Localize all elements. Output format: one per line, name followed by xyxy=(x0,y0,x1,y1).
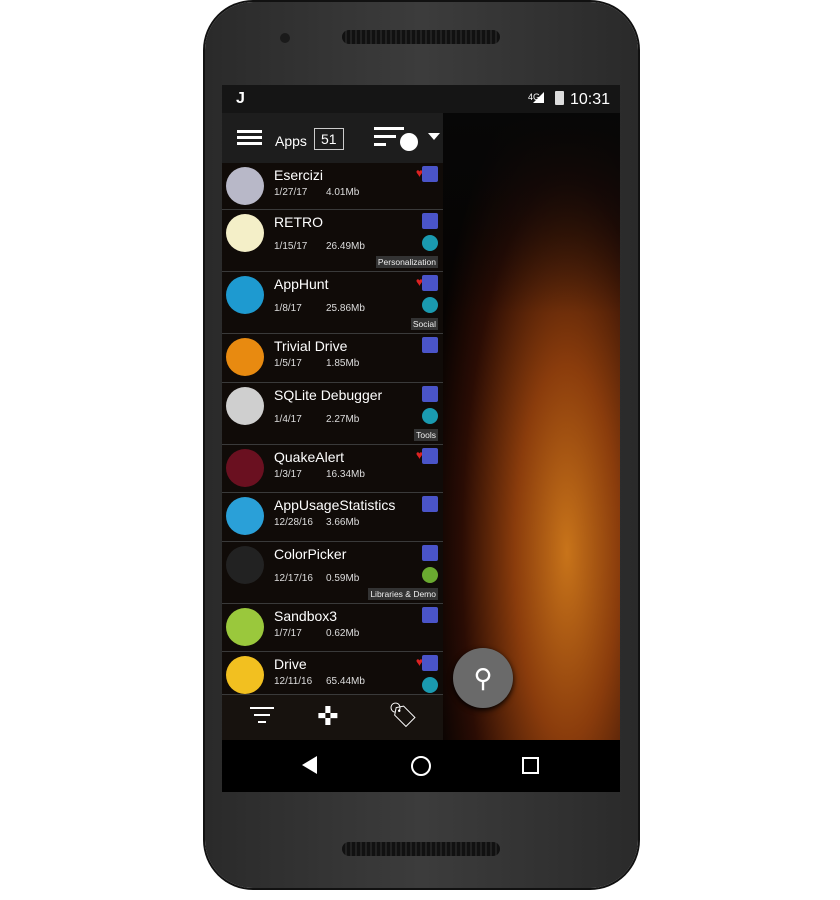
android-badge-icon xyxy=(422,607,438,623)
list-item[interactable]: ColorPicker 12/17/16 0.59Mb Libraries & … xyxy=(222,542,443,604)
app-date: 1/8/17 xyxy=(274,303,302,314)
app-name: Trivial Drive xyxy=(274,338,348,354)
android-badge-icon xyxy=(422,496,438,512)
app-icon xyxy=(226,276,264,314)
apps-count: 51 xyxy=(314,128,344,150)
app-icon xyxy=(226,338,264,376)
bottom-bar: ✜ 🏷 xyxy=(222,695,443,740)
status-bar: J 4G 10:31 xyxy=(222,85,620,113)
app-icon xyxy=(226,656,264,694)
app-size: 25.86Mb xyxy=(326,303,365,314)
screen: J 4G 10:31 Apps 51 Esercizi 1/27/17 4.01… xyxy=(222,85,620,792)
tag-icon[interactable]: 🏷 xyxy=(388,701,418,730)
top-speaker xyxy=(342,30,500,44)
android-badge-icon xyxy=(422,275,438,291)
app-name: RETRO xyxy=(274,214,323,230)
app-icon xyxy=(226,608,264,646)
category-icon xyxy=(422,297,438,313)
app-name: ColorPicker xyxy=(274,546,347,562)
app-icon xyxy=(226,449,264,487)
app-icon xyxy=(226,387,264,425)
app-size: 2.27Mb xyxy=(326,414,360,425)
android-badge-icon xyxy=(422,213,438,229)
android-badge-icon xyxy=(422,166,438,182)
app-size: 0.59Mb xyxy=(326,573,360,584)
app-name: Sandbox3 xyxy=(274,608,338,624)
apps-label: Apps xyxy=(275,133,307,149)
list-item[interactable]: Esercizi 1/27/17 4.01Mb ♥ xyxy=(222,163,443,210)
app-name: AppUsageStatistics xyxy=(274,497,396,513)
bottom-speaker xyxy=(342,842,500,856)
signal-icon xyxy=(533,92,544,103)
app-size: 4.01Mb xyxy=(326,187,360,198)
category-icon xyxy=(422,677,438,693)
list-item[interactable]: AppUsageStatistics 12/28/16 3.66Mb xyxy=(222,493,443,542)
android-badge-icon xyxy=(422,386,438,402)
app-date: 1/27/17 xyxy=(274,187,308,198)
hamburger-icon[interactable] xyxy=(237,130,262,145)
toolbar: Apps 51 xyxy=(222,113,443,163)
app-date: 12/28/16 xyxy=(274,517,313,528)
home-icon[interactable] xyxy=(411,756,431,776)
search-icon: ⚲ xyxy=(473,663,493,693)
app-date: 12/11/16 xyxy=(274,676,313,687)
app-name: Esercizi xyxy=(274,167,324,183)
android-badge-icon xyxy=(422,448,438,464)
recent-icon[interactable] xyxy=(522,757,539,774)
app-size: 0.62Mb xyxy=(326,628,360,639)
category-label: Libraries & Demo xyxy=(368,588,438,600)
app-name: QuakeAlert xyxy=(274,449,345,465)
app-name: SQLite Debugger xyxy=(274,387,383,403)
android-badge-icon xyxy=(422,337,438,353)
category-icon xyxy=(422,408,438,424)
app-date: 1/4/17 xyxy=(274,414,302,425)
sort-user-icon[interactable] xyxy=(374,127,419,151)
app-name: Drive xyxy=(274,656,307,672)
app-icon xyxy=(226,214,264,252)
app-date: 12/17/16 xyxy=(274,573,313,584)
app-date: 1/15/17 xyxy=(274,241,308,252)
category-icon xyxy=(422,567,438,583)
app-icon xyxy=(226,167,264,205)
app-size: 16.34Mb xyxy=(326,469,365,480)
category-label: Social xyxy=(410,318,438,330)
navigation-bar xyxy=(222,740,620,792)
app-icon xyxy=(226,546,264,584)
app-size: 1.85Mb xyxy=(326,358,360,369)
app-size: 26.49Mb xyxy=(326,241,365,252)
app-date: 1/5/17 xyxy=(274,358,302,369)
app-date: 1/7/17 xyxy=(274,628,302,639)
app-list[interactable]: Esercizi 1/27/17 4.01Mb ♥ RETRO 1/15/17 … xyxy=(222,163,443,695)
category-label: Tools xyxy=(414,429,438,441)
list-item[interactable]: SQLite Debugger 1/4/17 2.27Mb Tools xyxy=(222,383,443,445)
app-size: 3.66Mb xyxy=(326,517,360,528)
gamepad-icon[interactable]: ✜ xyxy=(317,701,339,732)
search-button[interactable]: ⚲ xyxy=(453,648,513,708)
list-item[interactable]: Sandbox3 1/7/17 0.62Mb xyxy=(222,604,443,652)
category-label: Personalization xyxy=(375,256,438,268)
triangle-down-icon[interactable] xyxy=(428,133,440,140)
android-badge-icon xyxy=(422,655,438,671)
list-item[interactable]: Trivial Drive 1/5/17 1.85Mb xyxy=(222,334,443,383)
list-item[interactable]: Drive 12/11/16 65.44Mb ♥ xyxy=(222,652,443,695)
app-date: 1/3/17 xyxy=(274,469,302,480)
app-icon xyxy=(226,497,264,535)
filter-icon[interactable] xyxy=(250,707,274,723)
back-icon[interactable] xyxy=(302,756,317,774)
camera xyxy=(280,33,290,43)
list-item[interactable]: QuakeAlert 1/3/17 16.34Mb ♥ xyxy=(222,445,443,493)
app-name: AppHunt xyxy=(274,276,329,292)
category-icon xyxy=(422,235,438,251)
list-item[interactable]: RETRO 1/15/17 26.49Mb Personalization xyxy=(222,210,443,272)
list-item[interactable]: AppHunt 1/8/17 25.86Mb ♥ Social xyxy=(222,272,443,334)
battery-icon xyxy=(555,91,564,105)
app-size: 65.44Mb xyxy=(326,676,365,687)
android-badge-icon xyxy=(422,545,438,561)
